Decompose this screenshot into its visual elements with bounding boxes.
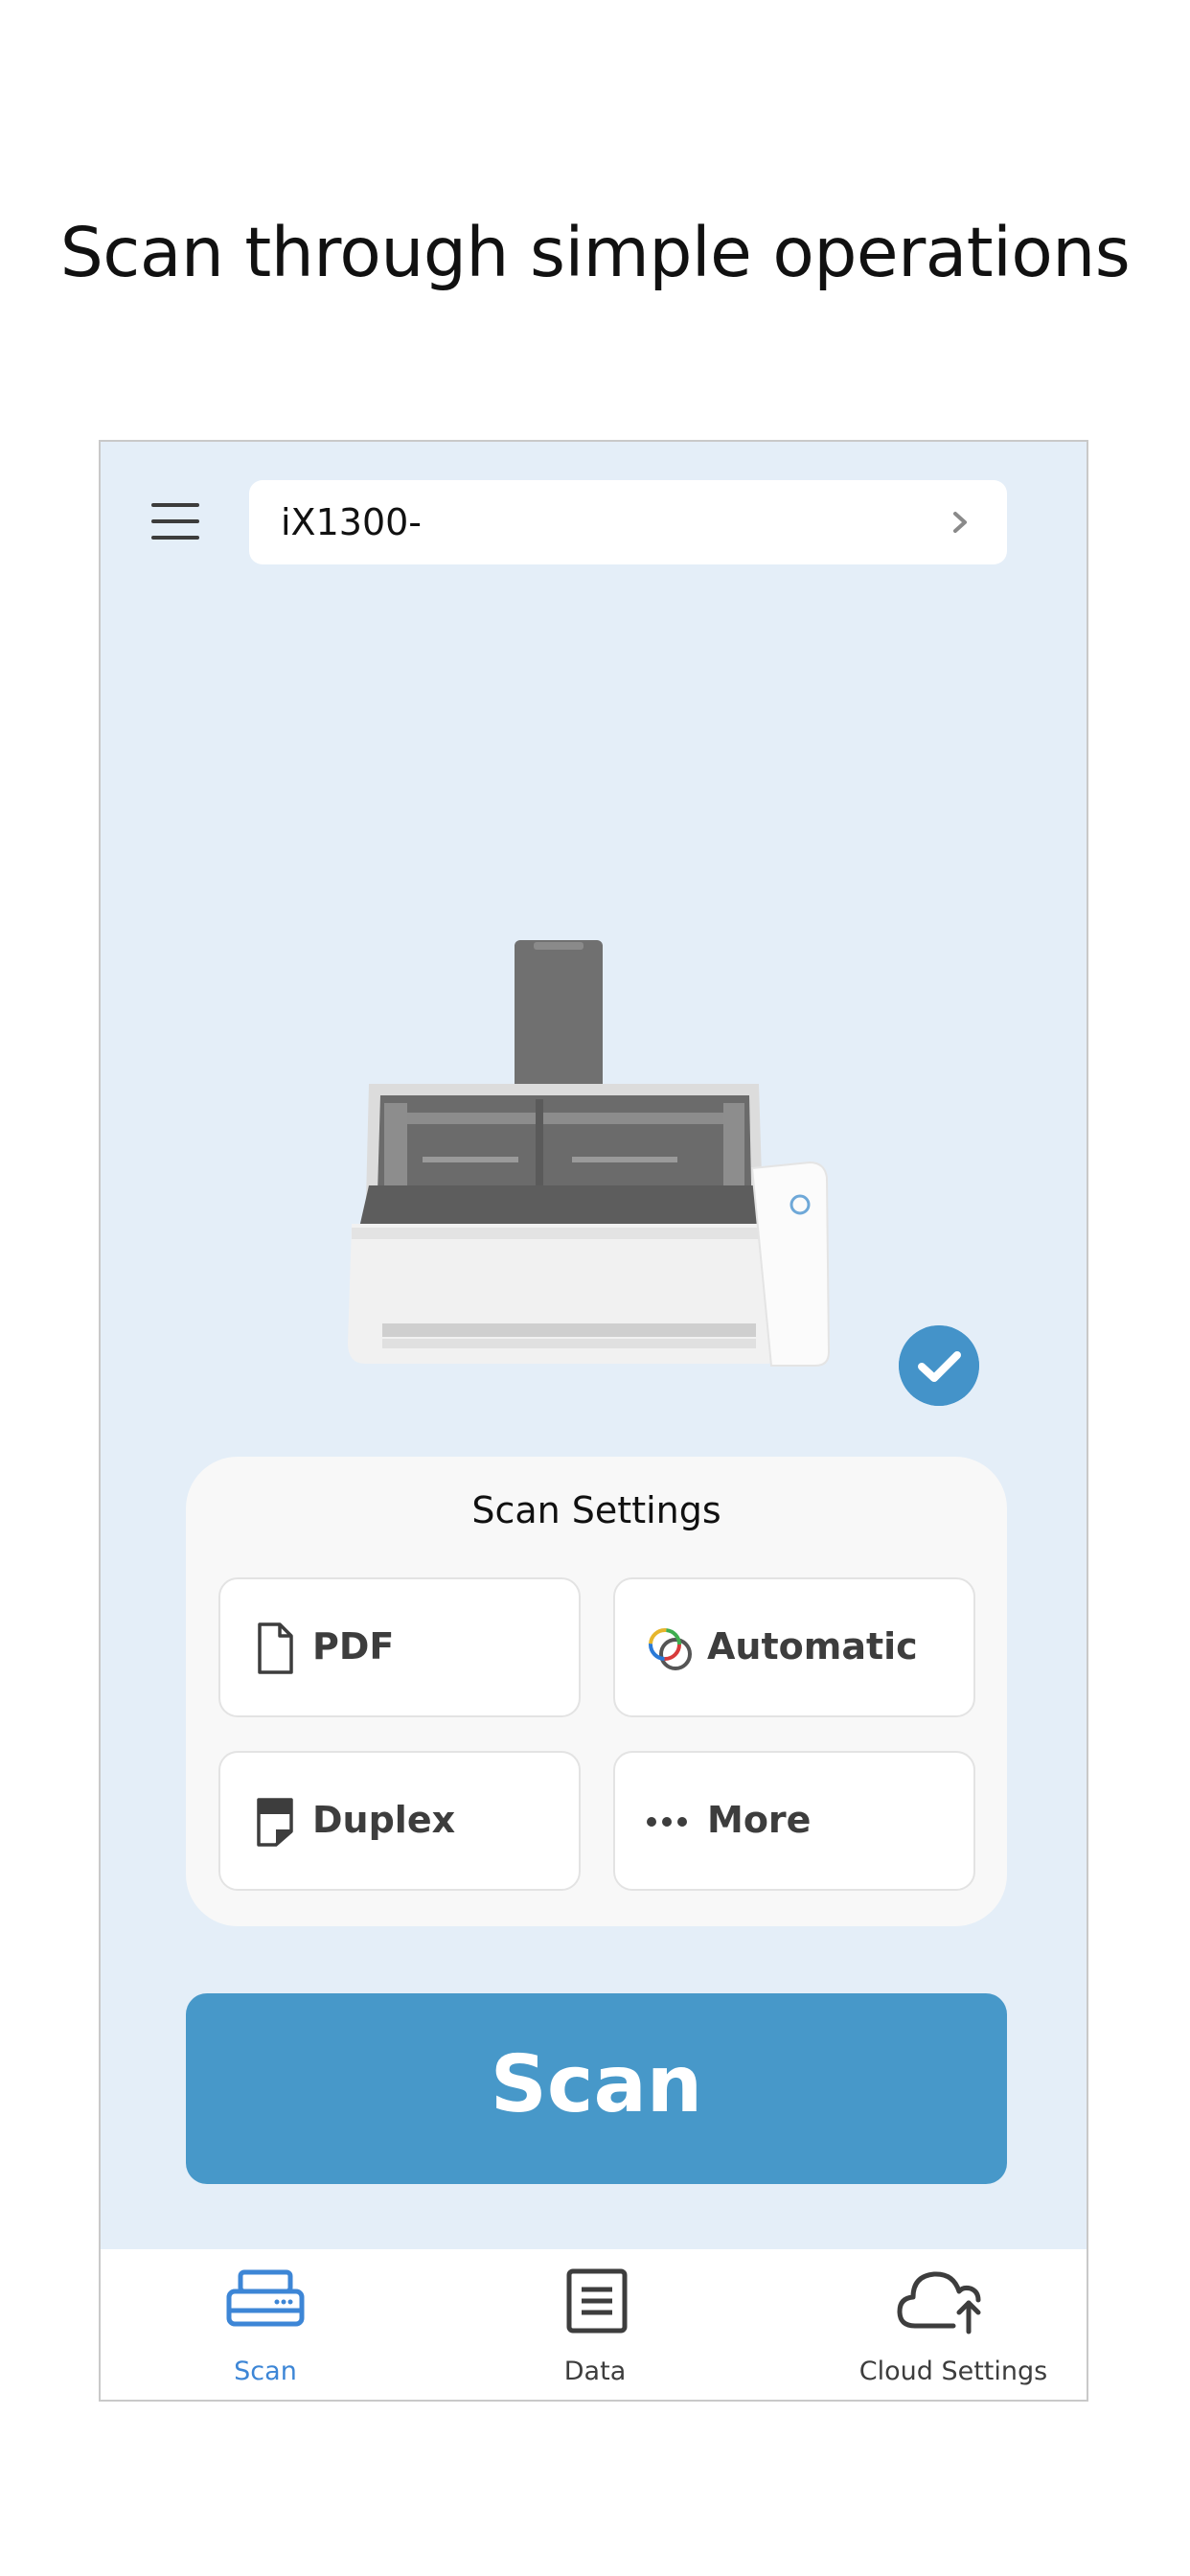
scanner-illustration: [348, 940, 831, 1367]
side-option-label: Duplex: [312, 1799, 456, 1841]
device-selector[interactable]: iX1300-: [249, 480, 1007, 564]
format-option-label: PDF: [312, 1625, 395, 1668]
more-option-label: More: [707, 1799, 812, 1841]
scan-settings-title: Scan Settings: [471, 1489, 721, 1531]
tab-cloud-settings[interactable]: Cloud Settings: [825, 2249, 1082, 2400]
hamburger-icon[interactable]: [151, 501, 199, 541]
format-option-button[interactable]: PDF: [218, 1577, 581, 1717]
tab-data-label: Data: [563, 2357, 627, 2386]
color-option-label: Automatic: [707, 1625, 918, 1668]
check-circle-icon: [899, 1325, 979, 1406]
list-document-icon: [566, 2268, 628, 2334]
color-option-button[interactable]: Automatic: [613, 1577, 975, 1717]
chevron-right-icon: [953, 512, 967, 533]
more-option-button[interactable]: More: [613, 1751, 975, 1891]
scan-button-label: Scan: [490, 2039, 703, 2130]
tab-scan-label: Scan: [234, 2357, 297, 2386]
app-screen: iX1300- Scan Settings PDF Automatic Dupl…: [99, 440, 1088, 2402]
duplex-icon: [257, 1798, 293, 1847]
document-icon: [258, 1622, 293, 1674]
scan-button[interactable]: Scan: [186, 1993, 1007, 2184]
tab-data[interactable]: Data: [513, 2249, 677, 2400]
cloud-upload-icon: [897, 2271, 981, 2334]
color-mode-icon: [649, 1628, 692, 1670]
page-headline: Scan through simple operations: [59, 213, 1131, 292]
scanner-icon: [226, 2269, 305, 2327]
scan-settings-panel: Scan Settings PDF Automatic Duplex More: [186, 1457, 1007, 1926]
more-dots-icon: [647, 1817, 687, 1827]
side-option-button[interactable]: Duplex: [218, 1751, 581, 1891]
device-name: iX1300-: [281, 501, 423, 543]
bottom-tab-bar: Scan Data Cloud Settings: [101, 2249, 1087, 2400]
tab-cloud-settings-label: Cloud Settings: [858, 2357, 1048, 2386]
tab-scan[interactable]: Scan: [183, 2249, 348, 2400]
